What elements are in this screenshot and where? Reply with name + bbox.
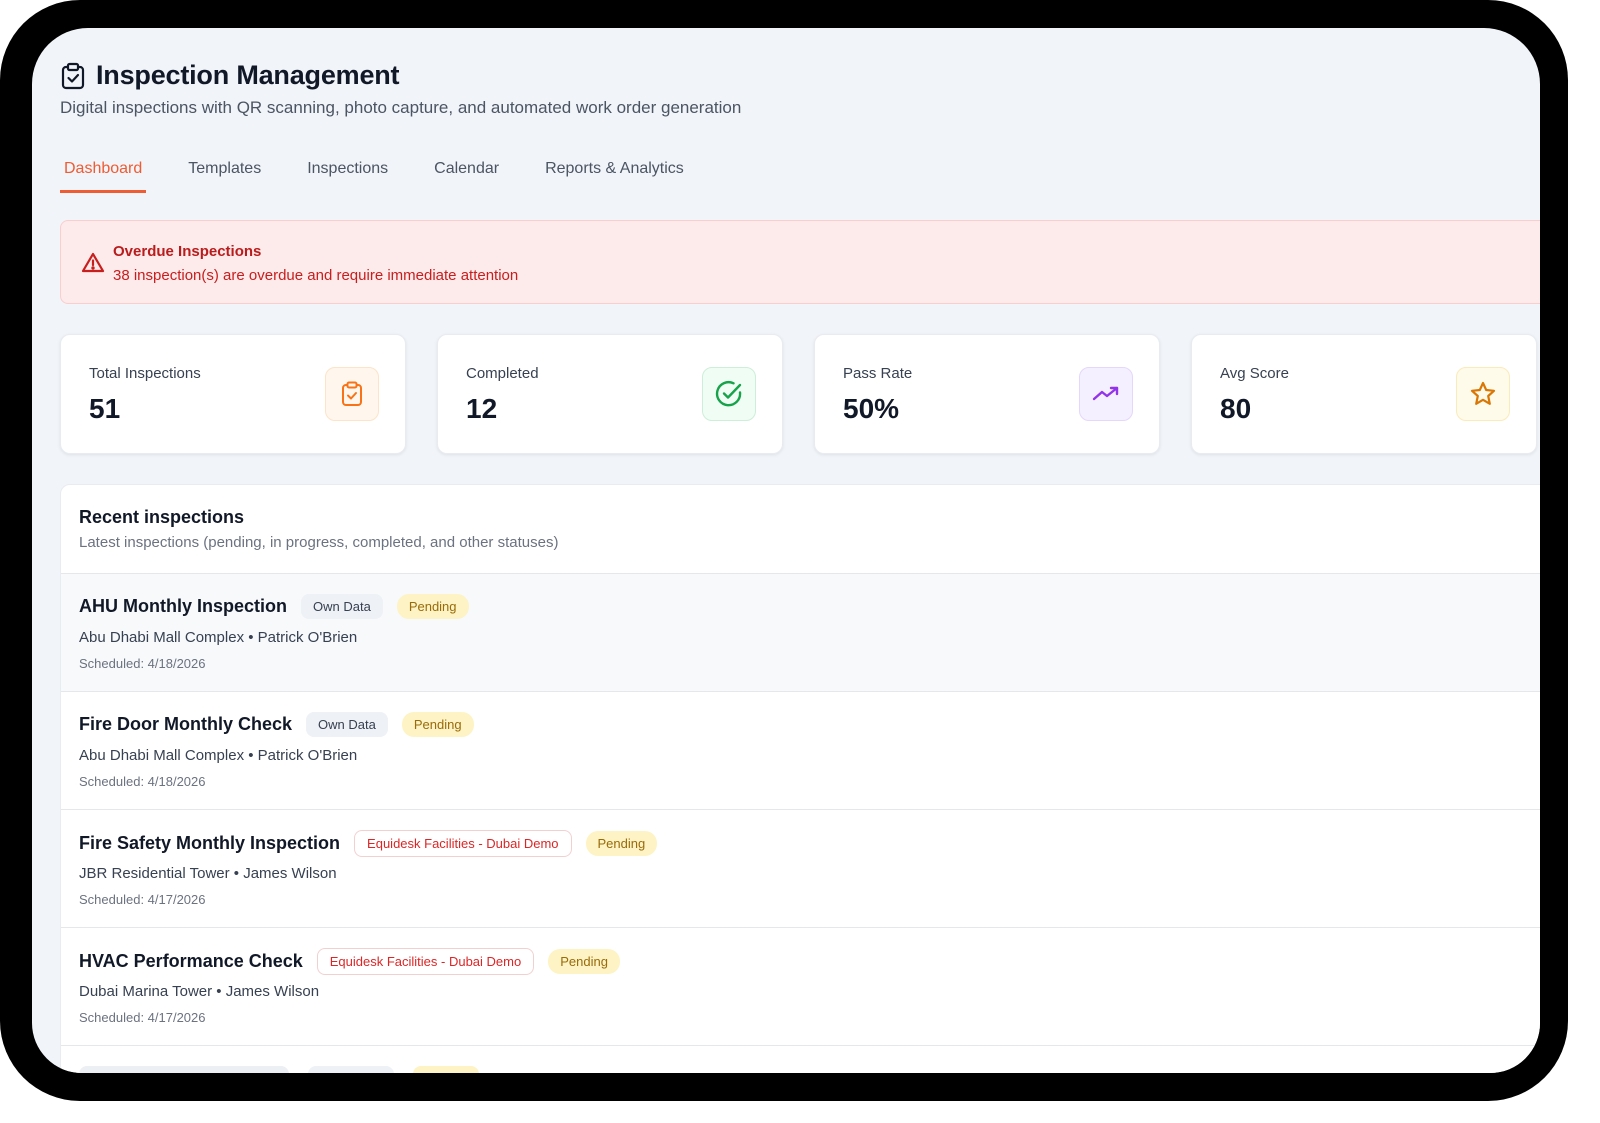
list-item[interactable]: HVAC Performance Check Equidesk Faciliti… — [61, 928, 1540, 1046]
app-screen: Inspection Management Digital inspection… — [32, 28, 1540, 1073]
location-assignee: Abu Dhabi Mall Complex • Patrick O'Brien — [79, 747, 358, 764]
page-header: Inspection Management — [60, 60, 400, 91]
list-item-partial — [61, 1046, 1540, 1073]
stat-card-avg-score[interactable]: Avg Score 80 — [1191, 334, 1537, 454]
stat-value: 50% — [843, 393, 900, 424]
clipboard-check-icon — [60, 62, 86, 90]
stat-card-completed[interactable]: Completed 12 — [437, 334, 783, 454]
stats-row: Total Inspections 51 Completed 12 Pass R… — [60, 334, 1540, 454]
stat-value: 51 — [89, 393, 121, 424]
overdue-alert: Overdue Inspections 38 inspection(s) are… — [60, 220, 1540, 304]
row-heading: Fire Door Monthly Check Own Data Pending — [79, 712, 474, 737]
inspection-name: AHU Monthly Inspection — [79, 596, 287, 616]
status-badge: Pending — [401, 712, 474, 737]
list-item[interactable]: Fire Door Monthly Check Own Data Pending… — [61, 692, 1540, 810]
inspection-list: AHU Monthly Inspection Own Data Pending … — [61, 574, 1540, 1073]
inspection-name: Fire Safety Monthly Inspection — [79, 833, 341, 853]
tab-inspections[interactable]: Inspections — [303, 156, 392, 193]
check-circle-icon — [702, 367, 756, 421]
placeholder-text — [79, 1066, 289, 1073]
placeholder-badge — [308, 1066, 394, 1073]
tab-reports-analytics[interactable]: Reports & Analytics — [541, 156, 688, 193]
inspection-name: Fire Door Monthly Check — [79, 714, 293, 734]
stat-label: Pass Rate — [843, 365, 913, 382]
panel-title: Recent inspections — [79, 507, 245, 527]
panel-description: Latest inspections (pending, in progress… — [79, 534, 559, 551]
inspection-name: HVAC Performance Check — [79, 951, 303, 971]
stat-card-total-inspections[interactable]: Total Inspections 51 — [60, 334, 406, 454]
location-assignee: Dubai Marina Tower • James Wilson — [79, 983, 320, 1000]
alert-title: Overdue Inspections — [113, 243, 262, 260]
star-icon — [1456, 367, 1510, 421]
stat-value: 12 — [466, 393, 498, 424]
stat-label: Total Inspections — [89, 365, 201, 382]
row-heading: Fire Safety Monthly Inspection Equidesk … — [79, 830, 658, 857]
page-title: Inspection Management — [96, 60, 400, 90]
org-badge: Own Data — [301, 594, 383, 619]
scheduled-date: Scheduled: 4/17/2026 — [79, 892, 206, 907]
recent-inspections-panel: Recent inspections Latest inspections (p… — [60, 484, 1540, 1073]
org-badge: Own Data — [306, 712, 388, 737]
status-badge: Pending — [548, 949, 620, 974]
tab-bar: Dashboard Templates Inspections Calendar… — [60, 156, 726, 193]
panel-header: Recent inspections Latest inspections (p… — [61, 485, 1540, 574]
main-content: Inspection Management Digital inspection… — [60, 28, 1540, 1073]
page-subtitle: Digital inspections with QR scanning, ph… — [60, 98, 742, 117]
stat-card-pass-rate[interactable]: Pass Rate 50% — [814, 334, 1160, 454]
list-item[interactable]: AHU Monthly Inspection Own Data Pending … — [61, 574, 1540, 692]
row-heading: HVAC Performance Check Equidesk Faciliti… — [79, 948, 620, 975]
list-item[interactable]: Fire Safety Monthly Inspection Equidesk … — [61, 810, 1540, 928]
stat-value: 80 — [1220, 393, 1252, 424]
alert-message: 38 inspection(s) are overdue and require… — [113, 267, 519, 284]
scheduled-date: Scheduled: 4/18/2026 — [79, 656, 206, 671]
device-frame: Inspection Management Digital inspection… — [0, 0, 1568, 1101]
status-badge: Pending — [396, 594, 469, 619]
org-badge: Equidesk Facilities - Dubai Demo — [354, 830, 572, 857]
stat-label: Completed — [466, 365, 539, 382]
location-assignee: Abu Dhabi Mall Complex • Patrick O'Brien — [79, 629, 358, 646]
org-badge: Equidesk Facilities - Dubai Demo — [316, 948, 535, 975]
tab-templates[interactable]: Templates — [184, 156, 265, 193]
tab-calendar[interactable]: Calendar — [430, 156, 503, 193]
status-badge: Pending — [585, 831, 658, 856]
warning-triangle-icon — [81, 251, 105, 275]
clipboard-check-icon — [325, 367, 379, 421]
tab-dashboard[interactable]: Dashboard — [60, 156, 147, 193]
trending-up-icon — [1079, 367, 1133, 421]
row-heading: AHU Monthly Inspection Own Data Pending — [79, 594, 469, 619]
scheduled-date: Scheduled: 4/18/2026 — [79, 774, 206, 789]
placeholder-status — [413, 1066, 479, 1073]
scheduled-date: Scheduled: 4/17/2026 — [79, 1010, 206, 1025]
location-assignee: JBR Residential Tower • James Wilson — [79, 865, 337, 882]
stat-label: Avg Score — [1220, 365, 1289, 382]
